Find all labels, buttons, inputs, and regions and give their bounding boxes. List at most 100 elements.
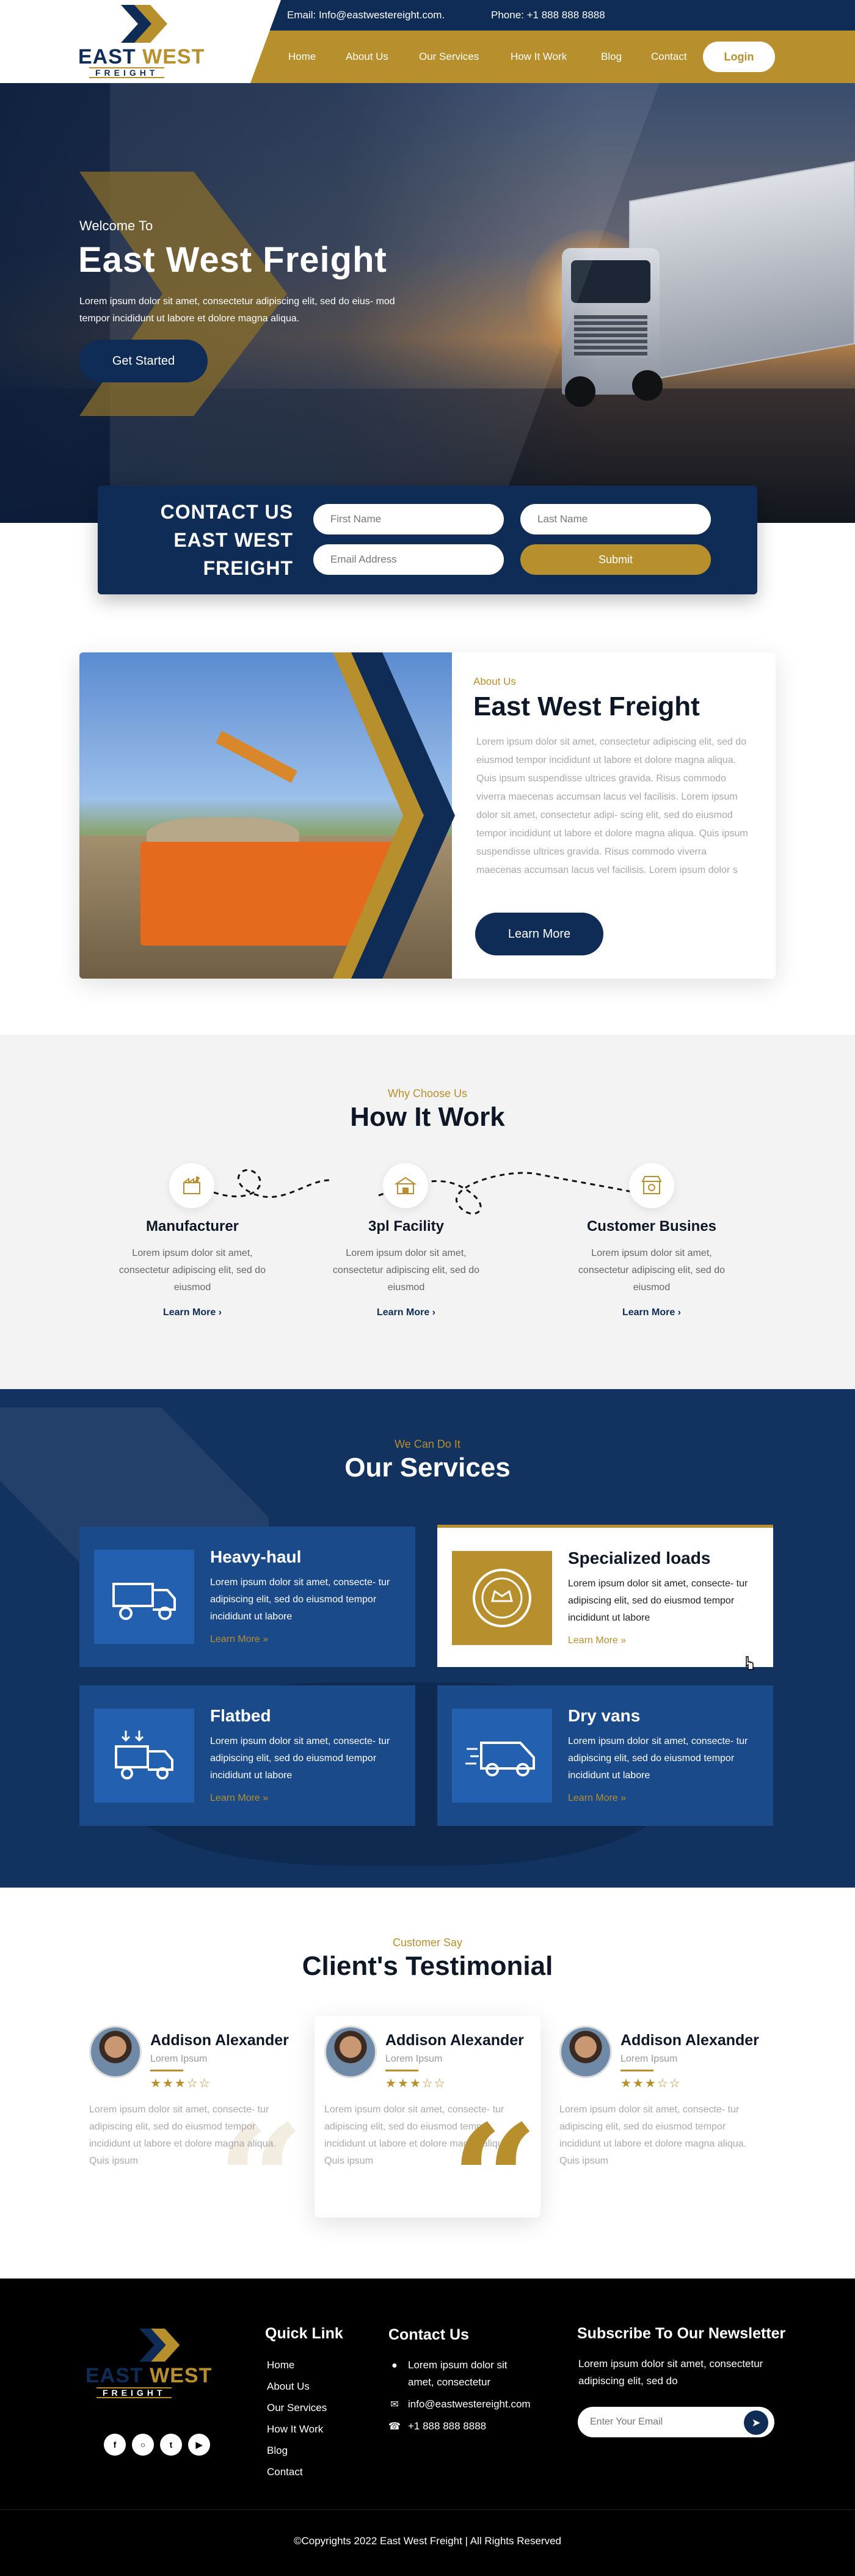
how-step-title: 3pl Facility — [368, 1218, 445, 1235]
header-phone[interactable]: Phone: +1 888 888 8888 — [491, 0, 605, 31]
hero-description: Lorem ipsum dolor sit amet, consectetur … — [79, 296, 395, 324]
testimonial-name: Addison Alexander — [620, 2032, 759, 2049]
how-step-link[interactable]: Learn More › — [131, 1307, 253, 1318]
how-step-title: Customer Busines — [586, 1218, 717, 1235]
service-card-specialized-loads[interactable]: Specialized loads Lorem ipsum dolor sit … — [437, 1525, 773, 1667]
delivery-van-icon — [452, 1709, 552, 1803]
about-title: East West Freight — [473, 691, 700, 721]
logo-chevron-icon — [139, 2329, 180, 2362]
service-card-heavy-haul[interactable]: Heavy-haul Lorem ipsum dolor sit amet, c… — [79, 1527, 415, 1667]
footer-link-services[interactable]: Our Services — [267, 2402, 327, 2414]
logo-chevron-icon — [121, 5, 167, 43]
contact-form: CONTACT US EAST WEST FREIGHT Submit — [98, 486, 757, 594]
service-text: Lorem ipsum dolor sit amet, consecte- tu… — [568, 1736, 748, 1781]
footer-link-blog[interactable]: Blog — [267, 2445, 288, 2457]
how-step-title: Manufacturer — [145, 1218, 239, 1235]
service-title: Dry vans — [568, 1706, 641, 1725]
testimonial-name: Addison Alexander — [385, 2032, 524, 2049]
footer-link-about[interactable]: About Us — [267, 2381, 310, 2393]
submit-button[interactable]: Submit — [520, 544, 711, 575]
star-rating: ★★★☆☆ — [150, 2077, 211, 2090]
footer-divider — [0, 2509, 855, 2510]
nav-contact[interactable]: Contact — [651, 31, 687, 83]
facebook-icon[interactable]: f — [104, 2434, 126, 2456]
how-title: How It Work — [350, 1102, 505, 1132]
copyright: ©Copyrights 2022 East West Freight | All… — [293, 2535, 562, 2547]
how-step-text: Lorem ipsum dolor sit amet, consectetur … — [332, 1248, 480, 1293]
testimonial-role: Lorem Ipsum — [385, 2054, 443, 2064]
service-link[interactable]: Learn More » — [568, 1793, 626, 1804]
youtube-icon[interactable]: ▶ — [188, 2434, 210, 2456]
service-card-dry-vans[interactable]: Dry vans Lorem ipsum dolor sit amet, con… — [437, 1685, 773, 1826]
factory-icon — [169, 1163, 214, 1208]
twitter-icon[interactable]: t — [160, 2434, 182, 2456]
login-button[interactable]: Login — [703, 42, 775, 72]
nav-services[interactable]: Our Services — [419, 31, 479, 83]
logo-subtitle: FREIGHT — [89, 67, 165, 78]
contact-form-title: CONTACT US EAST WEST FREIGHT — [160, 501, 293, 579]
testimonial-card: Addison Alexander Lorem Ipsum ★★★☆☆ Lore… — [79, 2016, 305, 2217]
flatbed-truck-icon — [94, 1709, 194, 1803]
avatar — [324, 2026, 377, 2078]
testimonials-title: Client's Testimonial — [302, 1951, 553, 1981]
services-kicker: We Can Do It — [395, 1438, 460, 1450]
how-step-link[interactable]: Learn More › — [591, 1307, 713, 1318]
testimonials-kicker: Customer Say — [392, 1936, 463, 1949]
email-input[interactable] — [313, 544, 504, 575]
learn-more-button[interactable]: Learn More — [475, 913, 603, 955]
nav-about[interactable]: About Us — [346, 31, 388, 83]
how-step-link[interactable]: Learn More › — [345, 1307, 467, 1318]
about-kicker: About Us — [473, 676, 516, 687]
last-name-input[interactable] — [520, 504, 711, 535]
service-card-flatbed[interactable]: Flatbed Lorem ipsum dolor sit amet, cons… — [79, 1685, 415, 1826]
testimonial-text: Lorem ipsum dolor sit amet, consecte- tu… — [559, 2104, 746, 2166]
footer-logo-wordmark: EAST WEST — [86, 2364, 213, 2387]
instagram-icon[interactable]: ○ — [132, 2434, 154, 2456]
divider — [385, 2070, 418, 2071]
footer-phone[interactable]: +1 888 888 8888 — [408, 2418, 486, 2435]
testimonial-text: Lorem ipsum dolor sit amet, consecte- tu… — [89, 2104, 276, 2166]
testimonial-card: Addison Alexander Lorem Ipsum ★★★☆☆ Lore… — [550, 2016, 776, 2217]
header-email[interactable]: Email: Info@eastwestereight.com. — [287, 0, 445, 31]
service-title: Heavy-haul — [210, 1547, 302, 1566]
how-it-work-section: Why Choose Us How It Work Manufacturer 3… — [0, 1035, 855, 1389]
nav-blog[interactable]: Blog — [601, 31, 622, 83]
divider — [150, 2070, 183, 2071]
about-description: Lorem ipsum dolor sit amet, consectetur … — [476, 737, 748, 875]
newsletter-text: Lorem ipsum dolor sit amet, consectetur … — [578, 2358, 763, 2387]
quick-link-heading: Quick Link — [265, 2325, 343, 2342]
service-link[interactable]: Learn More » — [210, 1793, 268, 1804]
service-link[interactable]: Learn More » — [210, 1634, 268, 1645]
divider — [620, 2070, 653, 2071]
store-icon — [629, 1163, 674, 1208]
footer-email[interactable]: info@eastwestereight.com — [408, 2396, 531, 2413]
service-link[interactable]: Learn More » — [568, 1635, 626, 1646]
logo-wordmark: EAST WEST — [78, 45, 205, 68]
footer-link-how-it-work[interactable]: How It Work — [267, 2423, 323, 2436]
star-rating: ★★★☆☆ — [385, 2077, 446, 2090]
hero-title: East West Freight — [78, 240, 387, 280]
cursor-icon — [746, 1656, 754, 1670]
mail-icon: ✉ — [390, 2399, 399, 2410]
avatar — [559, 2026, 612, 2078]
star-rating: ★★★☆☆ — [620, 2077, 682, 2090]
hero-kicker: Welcome To — [79, 218, 153, 233]
nav-how-it-work[interactable]: How It Work — [511, 31, 567, 83]
footer-address: Lorem ipsum dolor sit amet, consectetur — [408, 2359, 508, 2388]
service-text: Lorem ipsum dolor sit amet, consecte- tu… — [210, 1736, 390, 1781]
service-text: Lorem ipsum dolor sit amet, consecte- tu… — [210, 1577, 390, 1622]
warehouse-icon — [383, 1163, 428, 1208]
footer-link-contact[interactable]: Contact — [267, 2466, 303, 2478]
testimonial-name: Addison Alexander — [150, 2032, 289, 2049]
how-step-text: Lorem ipsum dolor sit amet, consectetur … — [578, 1248, 726, 1293]
testimonial-role: Lorem Ipsum — [150, 2054, 208, 2064]
nav-home[interactable]: Home — [288, 31, 316, 83]
services-title: Our Services — [344, 1453, 511, 1483]
location-pin-icon: ● — [391, 2360, 398, 2371]
first-name-input[interactable] — [313, 504, 504, 535]
get-started-button[interactable]: Get Started — [79, 340, 208, 382]
send-icon[interactable]: ➤ — [744, 2410, 768, 2435]
footer-link-home[interactable]: Home — [267, 2359, 294, 2371]
about-image-excavator-arm — [216, 731, 297, 783]
service-title: Flatbed — [210, 1706, 271, 1725]
